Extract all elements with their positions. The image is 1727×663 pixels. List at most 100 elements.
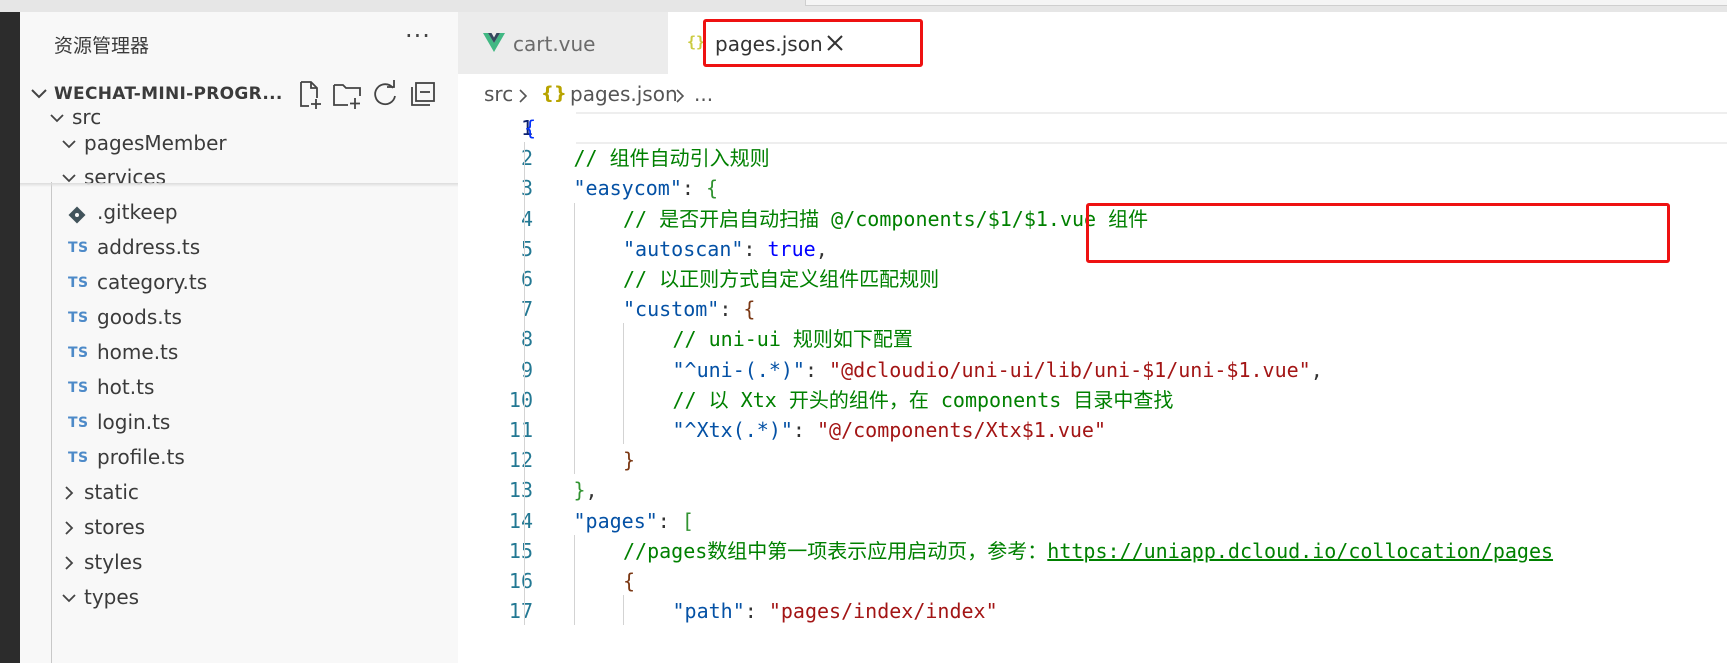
breadcrumb-ellipsis[interactable]: ... [694,82,713,106]
tree-item-label: hot.ts [97,375,155,399]
code-token: "pages" [573,508,658,533]
code-line: // 以 Xtx 开头的组件，在 components 目录中查找 [673,384,1174,417]
code-token: : [792,418,818,442]
tree-item-pagesmember[interactable]: pagesMember [20,125,458,163]
json-braces-icon: {} [541,83,567,104]
line-number: 15 [508,538,533,563]
tree-item-label: stores [84,515,146,539]
line-number: 14 [508,508,533,533]
code-token: "custom" [623,297,720,322]
tree-item-home-ts[interactable]: TS home.ts [20,334,458,372]
tree-item-static[interactable]: static [20,474,458,512]
more-actions-icon[interactable]: ··· [405,22,431,50]
tree-item-address-ts[interactable]: TS address.ts [20,229,458,267]
code-token: // 是否开启自动扫描 @/components/$1/$1.vue 组件 [623,206,1149,231]
tree-item-category-ts[interactable]: TS category.ts [20,264,458,302]
code-token: : [804,357,830,382]
line-number: 4 [520,206,533,231]
code-line: "custom": { [623,293,755,326]
line-number: 1 [520,116,533,140]
breadcrumb-folder[interactable]: src [484,82,513,106]
code-indent-guide [573,202,575,475]
code-token: { [524,116,537,140]
line-number: 12 [508,448,533,473]
activity-bar [0,12,20,663]
code-token: //pages数组中第一项表示应用启动页，参考： [623,538,1048,563]
code-token: "^uni-(.*)" [672,357,805,382]
code-token: , [815,236,828,261]
code-token: "@/components/Xtx$1.vue" [817,418,1106,442]
code-token: , [585,478,598,503]
code-indent-guide [623,595,624,626]
explorer-sidebar: 资源管理器 ··· WECHAT-MINI-PROGR... src pagesM… [20,12,458,663]
tree-item-styles[interactable]: styles [20,544,458,582]
code-token: } [573,478,586,503]
code-line: "path": "pages/index/index" [673,595,998,628]
code-indent-guide [623,323,624,445]
tree-item-label: address.ts [97,235,201,259]
tree-item-types[interactable]: types [20,579,458,617]
code-line: "^uni-(.*)": "@dcloudio/uni-ui/lib/uni-$… [673,354,1323,387]
tree-item-services[interactable]: services [20,159,458,197]
annotation-highlight-tab [703,19,923,67]
code-line: // 组件自动引入规则 [574,142,770,175]
code-token: "^Xtx(.*)" [672,418,793,442]
tab-cart-vue[interactable]: cart.vue [458,12,668,74]
code-line: "autoscan": true, [623,233,828,266]
code-line: "easycom": { [574,172,719,205]
breadcrumb-file[interactable]: pages.json [570,82,678,106]
window-top-inner [805,0,1727,6]
line-number: 16 [508,569,533,593]
tree-item-label: home.ts [97,340,179,364]
code-token: { [705,176,719,201]
editor-area: cart.vue {} pages.json src {} pages.json… [458,12,1727,663]
tree-item-label: pagesMember [84,131,227,155]
tree-item-hot-ts[interactable]: TS hot.ts [20,369,458,407]
typescript-file-icon: TS [68,380,89,396]
window-top-strip [0,0,1727,12]
line-number: 11 [508,418,533,442]
code-line: // 以正则方式自定义组件匹配规则 [623,263,939,296]
line-number: 5 [520,236,533,261]
code-line: "pages": [ [574,505,694,538]
line-number: 17 [508,599,533,624]
code-token: // 以 Xtx 开头的组件，在 components 目录中查找 [672,387,1174,412]
line-number: 10 [508,387,533,412]
vue-icon [483,33,505,52]
tab-label: cart.vue [513,32,596,56]
code-token[interactable]: https://uniapp.dcloud.io/collocation/pag… [1047,539,1553,563]
code-token: "path" [672,599,745,624]
annotation-highlight-autoscan [1086,203,1670,263]
breadcrumb: src {} pages.json ... [458,74,1727,112]
tree-item-label: goods.ts [97,305,182,329]
explorer-header: 资源管理器 ··· [20,12,458,74]
code-token: : [657,508,682,533]
tree-item-stores[interactable]: stores [20,509,458,547]
code-token: } [623,448,636,473]
code-line: //pages数组中第一项表示应用启动页，参考：https://uniapp.d… [623,535,1553,568]
current-line-highlight [576,112,1727,144]
tree-item-gitkeep[interactable]: .gitkeep [20,194,458,232]
tree-item-label: styles [84,550,143,574]
code-indent-guide [524,142,525,626]
tab-bar: cart.vue {} pages.json [458,12,1727,74]
code-token: , [1310,357,1323,382]
code-line: "^Xtx(.*)": "@/components/Xtx$1.vue" [673,414,1107,447]
code-token: // 以正则方式自定义组件匹配规则 [623,267,940,291]
sticky-scroll-shadow [20,183,458,187]
tree-item-profile-ts[interactable]: TS profile.ts [20,439,458,477]
tree-item-goods-ts[interactable]: TS goods.ts [20,299,458,337]
code-line: }, [574,474,598,507]
tree-item-login-ts[interactable]: TS login.ts [20,404,458,442]
code-editor[interactable]: 1 2 3 4 5 6 7 8 9 10 11 12 13 14 15 16 17{// 组件自动引入规则 "ea… [458,112,1727,663]
line-number: 7 [520,297,533,322]
indent-guide [51,182,52,663]
code-line: { [623,565,635,598]
code-token: "@dcloudio/uni-ui/lib/uni-$1/uni-$1.vue" [829,357,1311,382]
line-number: 13 [508,478,533,503]
typescript-file-icon: TS [68,240,89,256]
typescript-file-icon: TS [68,415,89,431]
typescript-file-icon: TS [68,275,89,291]
tree-item-label: login.ts [97,410,171,434]
code-token: "autoscan" [623,236,744,261]
